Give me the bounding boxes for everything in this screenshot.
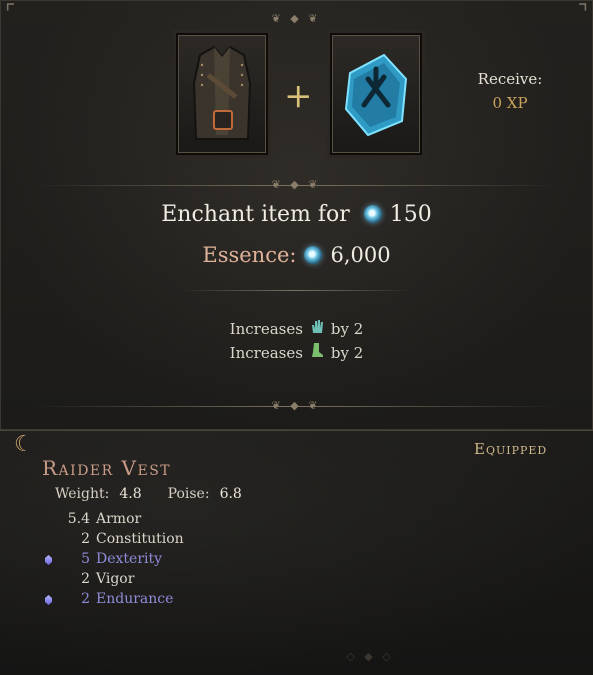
essence-orb-icon [363,205,382,223]
hand-icon [309,318,325,338]
vest-icon [192,45,252,140]
essence-balance: Essence: 6,000 [0,243,593,267]
rune-slot[interactable] [330,33,422,155]
essence-amount: 6,000 [330,243,391,267]
attribute-value: 2 [81,531,90,547]
attribute-value: 2 [81,571,90,587]
bottom-ornament-icon: ◇ ◆ ◇ [346,650,394,663]
item-base-stats: Weight: 4.8 Poise: 6.8 [55,486,268,502]
essence-orb-icon [304,246,323,264]
attribute-name: Constitution [96,531,184,547]
attribute-name: Vigor [96,571,135,587]
attribute-name: Endurance [96,591,174,607]
ornament-corner-icon: ⌜ [5,1,16,26]
divider-ornament-icon: ❦ ◆ ❦ [271,399,321,412]
attribute-value: 5.4 [67,511,90,527]
equipped-badge: Equipped [474,440,548,458]
attribute-name: Dexterity [96,551,163,567]
essence-label: Essence: [202,243,297,267]
increase-amount: by 2 [330,344,364,362]
increase-label: Increases [229,320,303,338]
attribute-value: 2 [81,591,90,607]
item-slot-vest[interactable] [176,33,268,155]
receive-xp-value: 0 XP [492,94,528,112]
rune-stone-icon [344,53,408,137]
weight-label: Weight: [55,486,110,502]
enchant-cost-value: 150 [389,202,432,227]
increase-row: Increases by 2 [0,342,593,362]
attribute-name: Armor [96,511,142,527]
attribute-value: 5 [81,551,90,567]
boot-icon [309,342,325,362]
poise-value: 6.8 [219,486,242,502]
poise-label: Poise: [167,486,210,502]
increase-label: Increases [229,344,303,362]
tooltip-ornament-icon: ☾ [14,432,34,457]
divider [180,290,413,291]
weight-value: 4.8 [119,486,142,502]
ornament-corner-icon: ⌝ [577,1,588,26]
plus-icon: + [284,76,313,116]
item-name: Raider Vest [42,456,172,480]
receive-label: Receive: [477,70,543,88]
enchant-label: Enchant item for [161,202,350,227]
increase-amount: by 2 [330,320,364,338]
enchant-cost[interactable]: Enchant item for 150 [0,202,593,227]
increase-row: Increases by 2 [0,318,593,338]
top-ornament-icon: ❦ ◆ ❦ [271,12,321,25]
divider-ornament-icon: ❦ ◆ ❦ [271,178,321,191]
